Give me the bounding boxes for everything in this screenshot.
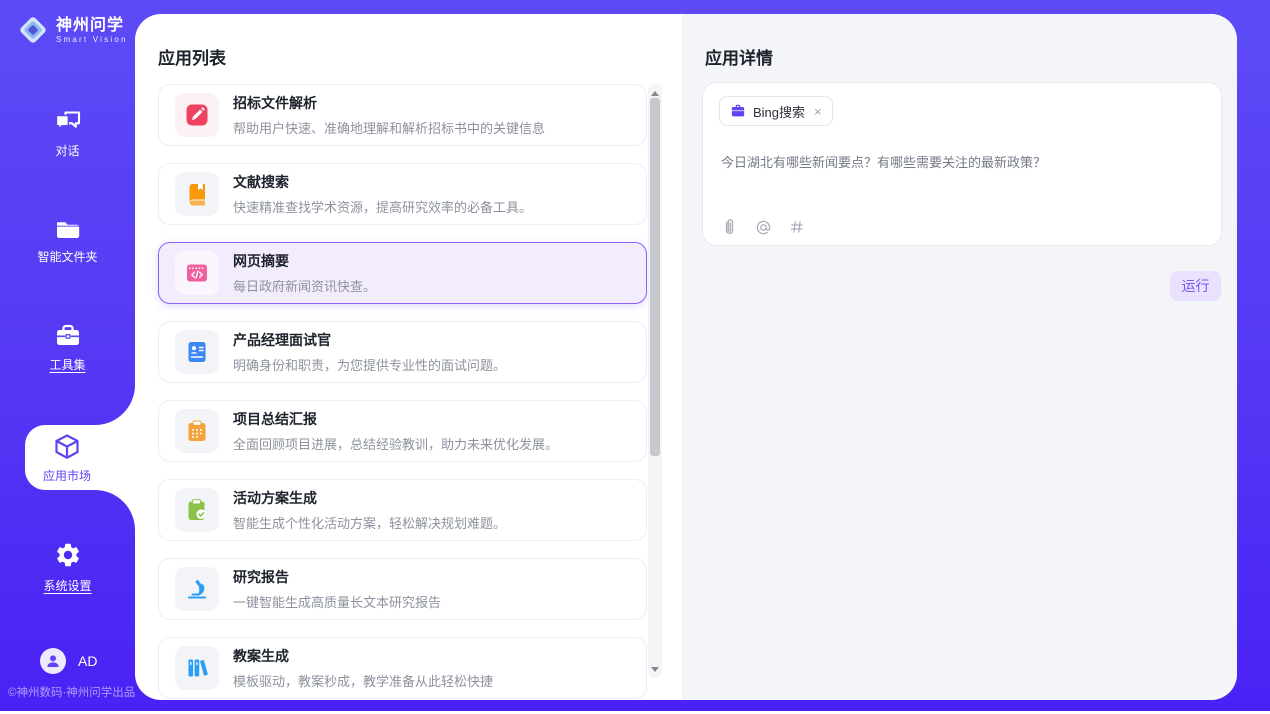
query-text[interactable]: 今日湖北有哪些新闻要点？有哪些需要关注的最新政策？ xyxy=(721,153,1203,173)
app-card-list: 招标文件解析帮助用户快速、准确地理解和解析招标书中的关键信息文献搜索快速精准查找… xyxy=(158,84,647,700)
sidebar-item-label: 对话 xyxy=(55,142,79,159)
app-card-description: 智能生成个性化活动方案，轻松解决规划难题。 xyxy=(233,513,506,532)
logo-diamond-icon xyxy=(18,15,48,45)
browser-code-icon xyxy=(175,251,219,295)
app-card[interactable]: 文献搜索快速精准查找学术资源，提高研究效率的必备工具。 xyxy=(158,163,647,225)
app-card[interactable]: 网页摘要每日政府新闻资讯快查。 xyxy=(158,242,647,304)
app-detail-panel: 应用详情 Bing搜索 × 今日湖北有哪些新闻要点？有哪些需要关注的最新政策？ … xyxy=(682,14,1237,700)
toolbox-icon xyxy=(55,324,81,348)
app-card-description: 明确身份和职责，为您提供专业性的面试问题。 xyxy=(233,355,506,374)
query-input[interactable]: Bing搜索 × 今日湖北有哪些新闻要点？有哪些需要关注的最新政策？ xyxy=(702,82,1222,246)
app-list-scrollbar[interactable] xyxy=(648,84,662,678)
user-account[interactable]: AD xyxy=(40,648,97,674)
brand-name: 神州问学 xyxy=(56,16,128,35)
app-card[interactable]: 产品经理面试官明确身份和职责，为您提供专业性的面试问题。 xyxy=(158,321,647,383)
sidebar-item-label: 工具集 xyxy=(49,356,85,373)
clipboard-icon xyxy=(175,409,219,453)
app-card-name: 产品经理面试官 xyxy=(233,330,506,350)
app-card-name: 文献搜索 xyxy=(233,172,532,192)
copyright-text: ©神州数码·神州问学出品 xyxy=(8,684,135,700)
app-card-name: 网页摘要 xyxy=(233,251,376,271)
avatar xyxy=(40,648,66,674)
sidebar-item-app-market[interactable]: 应用市场 xyxy=(25,385,135,530)
sidebar-item-smart-folder[interactable]: 智能文件夹 xyxy=(0,218,135,265)
book-icon xyxy=(175,172,219,216)
app-card-description: 一键智能生成高质量长文本研究报告 xyxy=(233,592,441,611)
folder-icon xyxy=(55,218,81,240)
sidebar-item-settings[interactable]: 系统设置 xyxy=(0,541,135,594)
clipboard-check-icon xyxy=(175,488,219,532)
tool-chip-bing-search[interactable]: Bing搜索 × xyxy=(719,96,833,126)
sidebar-item-label: 智能文件夹 xyxy=(37,248,97,265)
sidebar: 神州问学 Smart Vision 对话智能文件夹工具集应用市场系统设置 AD … xyxy=(0,0,135,711)
app-card[interactable]: 研究报告一键智能生成高质量长文本研究报告 xyxy=(158,558,647,620)
app-card-description: 每日政府新闻资讯快查。 xyxy=(233,276,376,295)
app-card-name: 活动方案生成 xyxy=(233,488,506,508)
run-button[interactable]: 运行 xyxy=(1170,271,1221,301)
brand-logo: 神州问学 Smart Vision xyxy=(18,15,128,45)
microscope-icon xyxy=(175,567,219,611)
sidebar-item-label: 系统设置 xyxy=(43,577,91,594)
app-card-description: 帮助用户快速、准确地理解和解析招标书中的关键信息 xyxy=(233,118,545,137)
app-card-name: 教案生成 xyxy=(233,646,493,666)
document-edit-icon xyxy=(175,93,219,137)
scroll-down-icon xyxy=(651,667,659,672)
gear-icon xyxy=(54,541,82,569)
composer-icons xyxy=(721,217,805,237)
user-icon xyxy=(44,652,62,670)
at-icon[interactable] xyxy=(755,219,772,236)
tool-chip-label: Bing搜索 xyxy=(753,102,805,121)
app-card-description: 模板驱动，教案秒成，教学准备从此轻松快捷 xyxy=(233,671,493,690)
chip-close-icon[interactable]: × xyxy=(814,104,822,119)
main-panel: 应用列表 招标文件解析帮助用户快速、准确地理解和解析招标书中的关键信息文献搜索快… xyxy=(135,14,1237,700)
app-card[interactable]: 教案生成模板驱动，教案秒成，教学准备从此轻松快捷 xyxy=(158,637,647,699)
brand-subtitle: Smart Vision xyxy=(56,35,128,44)
app-card[interactable]: 项目总结汇报全面回顾项目进展，总结经验教训，助力未来优化发展。 xyxy=(158,400,647,462)
cube-icon xyxy=(52,432,82,462)
hash-icon[interactable] xyxy=(789,219,805,235)
app-card-name: 研究报告 xyxy=(233,567,441,587)
scroll-up-icon xyxy=(651,91,659,96)
sidebar-item-toolset[interactable]: 工具集 xyxy=(0,324,135,373)
app-card[interactable]: 活动方案生成智能生成个性化活动方案，轻松解决规划难题。 xyxy=(158,479,647,541)
app-card-description: 快速精准查找学术资源，提高研究效率的必备工具。 xyxy=(233,197,532,216)
books-icon xyxy=(175,646,219,690)
chat-icon xyxy=(54,110,82,134)
app-card[interactable]: 招标文件解析帮助用户快速、准确地理解和解析招标书中的关键信息 xyxy=(158,84,647,146)
briefcase-icon xyxy=(730,103,746,119)
resume-icon xyxy=(175,330,219,374)
app-card-name: 招标文件解析 xyxy=(233,93,545,113)
scrollbar-down-button[interactable] xyxy=(648,662,662,676)
app-detail-title: 应用详情 xyxy=(705,44,773,69)
scrollbar-thumb[interactable] xyxy=(650,98,660,456)
paperclip-icon[interactable] xyxy=(721,217,738,237)
sidebar-item-label: 应用市场 xyxy=(43,467,91,484)
app-card-name: 项目总结汇报 xyxy=(233,409,558,429)
app-card-description: 全面回顾项目进展，总结经验教训，助力未来优化发展。 xyxy=(233,434,558,453)
app-list-title: 应用列表 xyxy=(158,44,226,69)
sidebar-item-chat[interactable]: 对话 xyxy=(0,110,135,159)
user-label: AD xyxy=(78,653,97,669)
